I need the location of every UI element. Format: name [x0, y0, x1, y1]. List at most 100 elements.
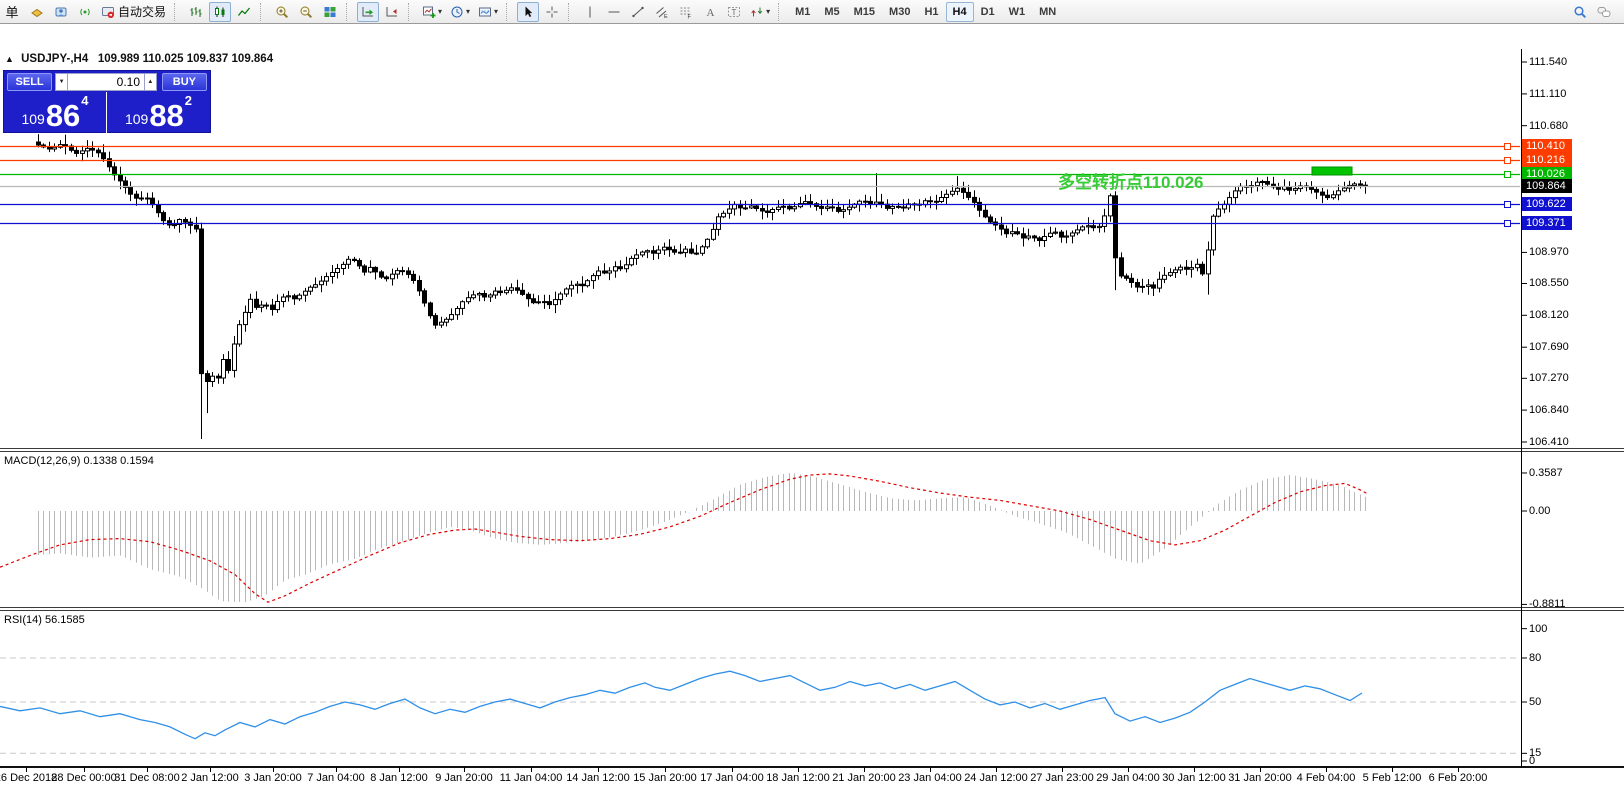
- line-chart-button[interactable]: [233, 2, 255, 22]
- candle-bull: [630, 258, 634, 264]
- line-handle[interactable]: [1505, 221, 1511, 227]
- zoom-out-button[interactable]: [295, 2, 317, 22]
- candle-bear: [1364, 185, 1368, 186]
- chat-button[interactable]: [1593, 2, 1615, 22]
- indicators-button[interactable]: ▾: [419, 2, 445, 22]
- chart-plot[interactable]: [0, 24, 1624, 792]
- candle-bull: [276, 302, 280, 310]
- line-handle[interactable]: [1505, 158, 1511, 164]
- candle-bull: [657, 250, 661, 253]
- buy-button[interactable]: BUY: [162, 73, 207, 91]
- line-handle[interactable]: [1505, 202, 1511, 208]
- candle-bull: [701, 247, 705, 254]
- time-label: 29 Jan 04:00: [1096, 772, 1160, 784]
- fibonacci-button[interactable]: F: [675, 2, 697, 22]
- main-toolbar: 单 自动交易 ▾ ▾ ▾ E F A T ▾ M1M5M15M30H1H4D1W1MN: [0, 0, 1624, 24]
- time-label: 2 Jan 12:00: [181, 772, 239, 784]
- candle-bear: [184, 220, 188, 223]
- arrows-button[interactable]: ▾: [747, 2, 773, 22]
- volume-input[interactable]: [68, 73, 144, 91]
- svg-text:T: T: [732, 8, 737, 17]
- line-handle[interactable]: [1505, 144, 1511, 150]
- bid-integer: 109: [21, 112, 44, 126]
- candle-bear: [973, 197, 977, 202]
- time-label: 21 Jan 20:00: [832, 772, 896, 784]
- candle-bear: [820, 206, 824, 208]
- publisher-button[interactable]: [50, 2, 72, 22]
- periods-button[interactable]: ▾: [447, 2, 473, 22]
- metaeditor-button[interactable]: [26, 2, 48, 22]
- timeframe-h1-button[interactable]: H1: [917, 2, 945, 22]
- candle-bull: [173, 225, 177, 226]
- time-label: 4 Feb 04:00: [1297, 772, 1356, 784]
- candle-bear: [423, 291, 427, 303]
- candle-bear: [401, 271, 405, 272]
- candle-bear: [353, 259, 357, 260]
- candle-bull: [298, 295, 302, 299]
- candle-bull: [1217, 209, 1221, 216]
- candles-chart-button[interactable]: [209, 2, 231, 22]
- macd-tick-label: 0.00: [1529, 505, 1550, 517]
- channel-button[interactable]: E: [651, 2, 673, 22]
- timeframe-h4-button[interactable]: H4: [946, 2, 974, 22]
- candle-bear: [619, 267, 623, 269]
- timeframe-m1-button[interactable]: M1: [788, 2, 817, 22]
- timeframe-m15-button[interactable]: M15: [847, 2, 882, 22]
- time-label: 26 Dec 2018: [0, 772, 57, 784]
- tile-windows-button[interactable]: [319, 2, 341, 22]
- collapse-panel-icon[interactable]: ▲: [5, 54, 14, 64]
- rsi-tick-label: 100: [1529, 623, 1547, 635]
- ask-price[interactable]: 109 88 2: [107, 92, 210, 133]
- timeframe-m30-button[interactable]: M30: [882, 2, 917, 22]
- new-order-button[interactable]: 单: [2, 2, 24, 22]
- chart-shift-button[interactable]: [381, 2, 403, 22]
- candle-bear: [195, 225, 199, 229]
- zoom-in-button[interactable]: [271, 2, 293, 22]
- chevron-down-icon[interactable]: ▾: [466, 8, 470, 16]
- cursor-button[interactable]: [517, 2, 539, 22]
- chevron-down-icon[interactable]: ▾: [766, 8, 770, 16]
- chart-window[interactable]: ▲ USDJPY-,H4 109.989 110.025 109.837 109…: [0, 24, 1624, 768]
- candle-bull: [543, 302, 547, 303]
- sell-button[interactable]: SELL: [7, 73, 52, 91]
- candle-bear: [1277, 187, 1281, 189]
- autoscroll-button[interactable]: [357, 2, 379, 22]
- autotrading-button[interactable]: 自动交易: [98, 2, 169, 22]
- candle-bear: [1130, 278, 1134, 282]
- signal-button[interactable]: [74, 2, 96, 22]
- candle-bear: [831, 207, 835, 208]
- vline-button[interactable]: [579, 2, 601, 22]
- candle-bull: [304, 291, 308, 295]
- line-handle[interactable]: [1505, 172, 1511, 178]
- candle-bull: [1179, 267, 1183, 270]
- chevron-down-icon[interactable]: ▾: [438, 8, 442, 16]
- candle-bull: [456, 309, 460, 315]
- templates-button[interactable]: ▾: [475, 2, 501, 22]
- crosshair-button[interactable]: [541, 2, 563, 22]
- timeframe-mn-button[interactable]: MN: [1032, 2, 1063, 22]
- symbol-period-label: USDJPY-,H4: [21, 53, 88, 65]
- time-label: 15 Jan 20:00: [633, 772, 697, 784]
- candle-bear: [788, 206, 792, 209]
- hline-button[interactable]: [603, 2, 625, 22]
- timeframe-w1-button[interactable]: W1: [1002, 2, 1033, 22]
- chevron-down-icon[interactable]: ▾: [494, 8, 498, 16]
- timeframe-m5-button[interactable]: M5: [817, 2, 846, 22]
- candle-bull: [53, 147, 57, 149]
- search-button[interactable]: [1569, 2, 1591, 22]
- timeframe-d1-button[interactable]: D1: [974, 2, 1002, 22]
- price-tick-label: 108.550: [1529, 277, 1569, 289]
- candle-bull: [1087, 226, 1091, 227]
- volume-decrease-button[interactable]: ▼: [55, 73, 68, 91]
- text-button[interactable]: A: [699, 2, 721, 22]
- text-label-button[interactable]: T: [723, 2, 745, 22]
- bid-price[interactable]: 109 86 4: [4, 92, 107, 133]
- volume-increase-button[interactable]: ▲: [144, 73, 157, 91]
- bars-chart-button[interactable]: [185, 2, 207, 22]
- candle-bull: [940, 198, 944, 202]
- trendline-button[interactable]: [627, 2, 649, 22]
- svg-text:A: A: [707, 7, 715, 19]
- candle-bear: [108, 159, 112, 167]
- svg-text:F: F: [688, 14, 692, 19]
- candle-bear: [1315, 189, 1319, 192]
